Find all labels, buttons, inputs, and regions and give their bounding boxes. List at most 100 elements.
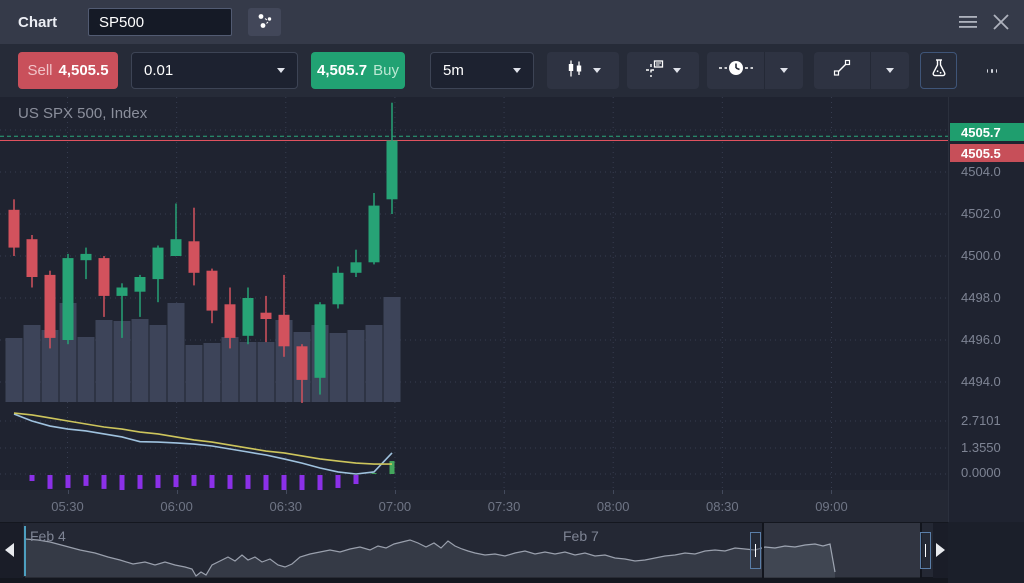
candle-body <box>99 258 110 296</box>
candle-body <box>315 304 326 378</box>
chart-canvas[interactable] <box>0 97 948 490</box>
price-axis-label: 4500.0 <box>961 248 1001 263</box>
price-axis-label: 4498.0 <box>961 290 1001 305</box>
macd-histogram-bar <box>336 475 341 488</box>
navigator-scrollbar[interactable]: Feb 4 Feb 7 <box>0 522 948 577</box>
time-axis-tick <box>395 490 396 494</box>
clock-tool-dropdown[interactable] <box>765 52 803 89</box>
volume-bar <box>96 320 113 402</box>
buy-price: 4,505.7 <box>317 62 367 79</box>
time-axis-label: 06:00 <box>160 499 193 514</box>
chart-style-button[interactable] <box>547 52 619 89</box>
macd-histogram-bar <box>300 475 305 490</box>
ellipsis-icon <box>987 69 988 73</box>
candle-body <box>387 141 398 200</box>
time-axis-label: 05:30 <box>51 499 84 514</box>
clock-tool-button[interactable] <box>707 52 765 89</box>
chart-region: US SPX 500, Index 4505.7 4505.5 4504.045… <box>0 97 1024 522</box>
timeframe-select[interactable]: 5m <box>430 52 534 89</box>
chevron-down-icon <box>593 68 601 73</box>
candle-body <box>153 248 164 280</box>
sell-label: Sell <box>27 62 52 79</box>
drawing-tool-dropdown[interactable] <box>871 52 909 89</box>
volume-bar <box>150 325 167 402</box>
buy-label: Buy <box>373 62 399 79</box>
buy-button[interactable]: 4,505.7 Buy <box>311 52 405 89</box>
time-axis-label: 07:30 <box>488 499 521 514</box>
price-axis-label: 4496.0 <box>961 332 1001 347</box>
candle-body <box>117 288 128 296</box>
navigator-date-label: Feb 4 <box>30 528 66 544</box>
chevron-down-icon <box>513 68 521 73</box>
macd-histogram-bar <box>48 475 53 489</box>
time-axis-label: 08:00 <box>597 499 630 514</box>
candle-body <box>243 298 254 336</box>
candle-body <box>189 241 200 272</box>
sell-button[interactable]: Sell 4,505.5 <box>18 52 118 89</box>
chart-window: Chart <box>0 0 1024 583</box>
price-axis-label: 4494.0 <box>961 374 1001 389</box>
crosshair-tool-button[interactable] <box>627 52 699 89</box>
navigator-window[interactable] <box>762 523 922 578</box>
chevron-down-icon <box>673 68 681 73</box>
close-icon[interactable] <box>992 13 1010 31</box>
more-options-button[interactable] <box>977 52 1007 89</box>
title-bar: Chart <box>0 0 1024 44</box>
macd-histogram-bar <box>282 475 287 490</box>
volume-bar <box>186 345 203 402</box>
buy-price-badge: 4505.7 <box>950 123 1024 141</box>
macd-histogram-bar <box>66 475 71 488</box>
macd-histogram-bar <box>228 475 233 489</box>
time-axis[interactable]: 05:3006:0006:3007:0007:3008:0008:3009:00 <box>0 490 948 522</box>
candle-body <box>297 346 308 380</box>
time-axis-tick <box>504 490 505 494</box>
candle-body <box>135 277 146 292</box>
macd-histogram-bar <box>264 475 269 490</box>
quantity-value: 0.01 <box>144 62 173 79</box>
menu-icon[interactable] <box>958 14 978 30</box>
timeframe-value: 5m <box>443 62 464 79</box>
compare-symbols-button[interactable] <box>248 8 281 36</box>
symbol-input[interactable] <box>88 8 232 36</box>
flask-icon <box>929 58 949 83</box>
time-axis-tick <box>722 490 723 494</box>
volume-bar <box>6 338 23 402</box>
navigator-right-handle[interactable] <box>920 532 931 569</box>
price-axis-label: 2.7101 <box>961 413 1001 428</box>
price-axis-label: 0.0000 <box>961 465 1001 480</box>
trend-line-tool-button[interactable] <box>814 52 871 89</box>
compare-icon <box>256 12 274 33</box>
quantity-select[interactable]: 0.01 <box>131 52 298 89</box>
time-axis-tick <box>286 490 287 494</box>
price-axis-label: 4502.0 <box>961 206 1001 221</box>
volume-bar <box>330 333 347 402</box>
time-tool-group <box>707 52 803 89</box>
scroll-left-arrow-icon[interactable] <box>5 543 14 557</box>
navigator-left-handle[interactable] <box>750 532 761 569</box>
strategy-lab-button[interactable] <box>920 52 957 89</box>
price-axis-label: 4504.0 <box>961 164 1001 179</box>
volume-bar <box>78 337 95 402</box>
macd-histogram-bar <box>372 473 377 474</box>
macd-histogram-bar <box>354 475 359 484</box>
price-axis[interactable]: 4505.7 4505.5 4504.04502.04500.04498.044… <box>948 97 1024 522</box>
macd-histogram-bar <box>210 475 215 488</box>
macd-histogram-bar <box>246 475 251 489</box>
volume-bar <box>204 343 221 402</box>
scroll-right-arrow-icon[interactable] <box>936 543 945 557</box>
navigator-date-label: Feb 7 <box>563 528 599 544</box>
candle-body <box>279 315 290 347</box>
candle-body <box>81 254 92 260</box>
time-axis-label: 07:00 <box>379 499 412 514</box>
window-title: Chart <box>18 14 57 31</box>
macd-histogram-bar <box>84 475 89 486</box>
candle-body <box>45 275 56 338</box>
volume-bar <box>384 297 401 402</box>
trend-line-icon <box>833 59 851 82</box>
drawing-tool-group <box>814 52 909 89</box>
macd-histogram-bar <box>156 475 161 488</box>
sell-price: 4,505.5 <box>58 62 108 79</box>
time-axis-label: 06:30 <box>269 499 302 514</box>
macd-histogram-bar <box>318 475 323 490</box>
macd-line <box>14 414 392 474</box>
